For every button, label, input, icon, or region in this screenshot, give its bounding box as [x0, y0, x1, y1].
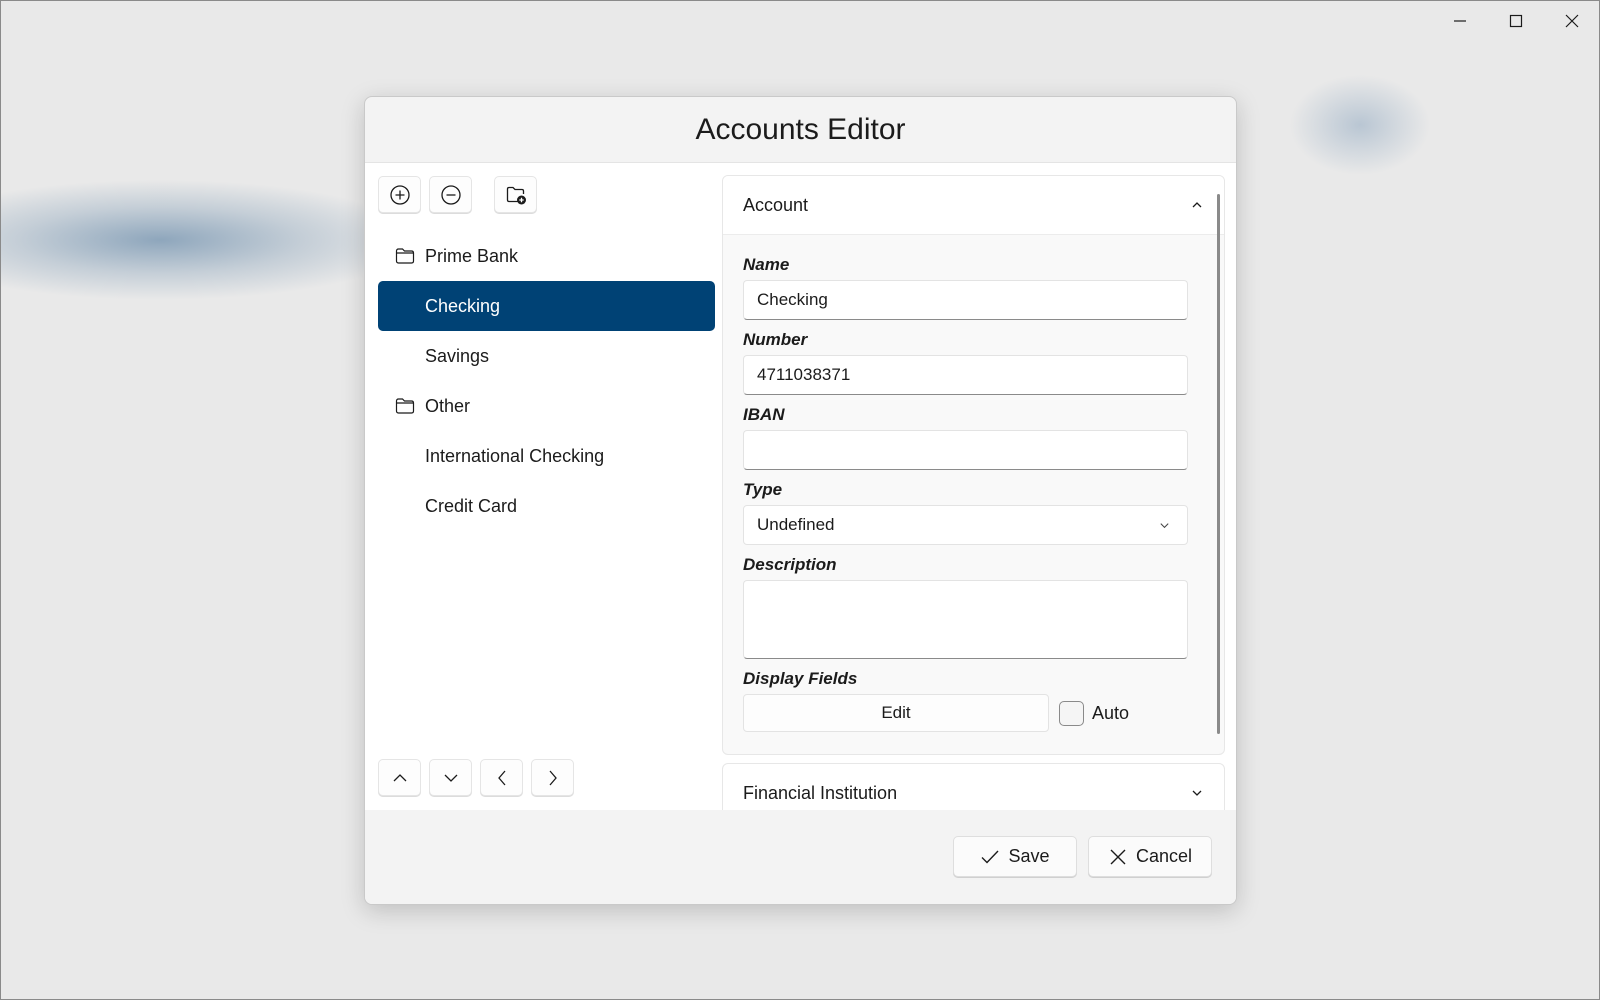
type-label: Type — [743, 480, 783, 499]
save-label: Save — [1008, 846, 1050, 866]
account-form: Name Checking Number 4711038371 IBAN Typ… — [723, 235, 1208, 732]
minimize-button[interactable] — [1432, 0, 1488, 42]
minus-circle-icon — [440, 184, 461, 205]
folder-add-icon — [506, 186, 526, 204]
close-icon — [1565, 14, 1579, 28]
tree-item-label: Checking — [425, 295, 501, 316]
maximize-icon — [1509, 14, 1523, 28]
description-textarea[interactable] — [743, 580, 1188, 659]
number-input[interactable]: 4711038371 — [743, 355, 1188, 395]
chevron-down-icon — [1192, 790, 1202, 796]
account-section-title: Account — [743, 194, 809, 215]
tree-folder-other[interactable]: Other — [378, 381, 715, 431]
form-scrollbar[interactable] — [1217, 194, 1220, 734]
description-label: Description — [743, 555, 837, 574]
folder-icon — [395, 398, 415, 414]
chevron-left-icon — [497, 770, 505, 785]
tree-item-label: Prime Bank — [425, 245, 519, 266]
financial-institution-title: Financial Institution — [743, 782, 898, 803]
type-select[interactable]: Undefined — [743, 505, 1188, 545]
tree-item-label: International Checking — [425, 445, 605, 466]
plus-circle-icon — [389, 184, 410, 205]
dialog-body: Prime Bank Checking Savings Other Intern… — [365, 163, 1236, 823]
folder-icon — [395, 248, 415, 264]
tree-item-international-checking[interactable]: International Checking — [378, 431, 715, 481]
account-section: Account Name Checking Number 4711038371 … — [722, 175, 1225, 755]
display-fields-label: Display Fields — [743, 669, 858, 688]
minimize-icon — [1454, 20, 1466, 22]
move-up-button[interactable] — [378, 759, 421, 796]
tree-item-label: Credit Card — [425, 495, 518, 516]
outdent-button[interactable] — [480, 759, 523, 796]
remove-account-button[interactable] — [429, 176, 472, 213]
display-fields-row: Edit Auto — [743, 694, 1188, 732]
tree-folder-prime-bank[interactable]: Prime Bank — [378, 231, 715, 281]
chevron-down-icon — [444, 774, 457, 782]
type-select-value: Undefined — [757, 515, 835, 534]
tree-nav-buttons — [378, 759, 574, 796]
tree-item-label: Savings — [425, 345, 490, 366]
accounts-tree: Prime Bank Checking Savings Other Intern… — [378, 231, 715, 531]
dialog-title: Accounts Editor — [365, 97, 1236, 163]
indent-button[interactable] — [531, 759, 574, 796]
dialog-footer: Save Cancel — [365, 810, 1236, 904]
name-input[interactable]: Checking — [743, 280, 1188, 320]
tree-item-savings[interactable]: Savings — [378, 331, 715, 381]
tree-item-credit-card[interactable]: Credit Card — [378, 481, 715, 531]
window-caption-buttons — [1432, 0, 1600, 42]
tree-toolbar — [378, 176, 537, 213]
edit-display-fields-button[interactable]: Edit — [743, 694, 1049, 732]
add-account-button[interactable] — [378, 176, 421, 213]
chevron-up-icon — [393, 773, 406, 781]
save-button[interactable]: Save — [953, 836, 1077, 877]
iban-label: IBAN — [743, 405, 785, 424]
cancel-label: Cancel — [1135, 846, 1193, 866]
auto-checkbox-label[interactable]: Auto — [1092, 703, 1129, 724]
close-button[interactable] — [1544, 0, 1600, 42]
close-icon — [1110, 849, 1126, 864]
move-down-button[interactable] — [429, 759, 472, 796]
tree-item-label: Other — [425, 395, 471, 416]
cancel-button[interactable]: Cancel — [1088, 836, 1212, 877]
name-label: Name — [743, 255, 790, 274]
account-section-header[interactable]: Account — [723, 176, 1224, 235]
add-folder-button[interactable] — [494, 176, 537, 213]
number-label: Number — [743, 330, 808, 349]
chevron-up-icon — [1192, 202, 1202, 208]
chevron-right-icon — [549, 770, 557, 785]
checkmark-icon — [981, 850, 999, 864]
accounts-editor-dialog: Accounts Editor Prime Bank Checking Savi… — [364, 96, 1237, 905]
tree-item-checking[interactable]: Checking — [378, 281, 715, 331]
iban-input[interactable] — [743, 430, 1188, 470]
chevron-down-icon — [1160, 522, 1169, 528]
auto-checkbox[interactable] — [1059, 700, 1084, 726]
maximize-button[interactable] — [1488, 0, 1544, 42]
